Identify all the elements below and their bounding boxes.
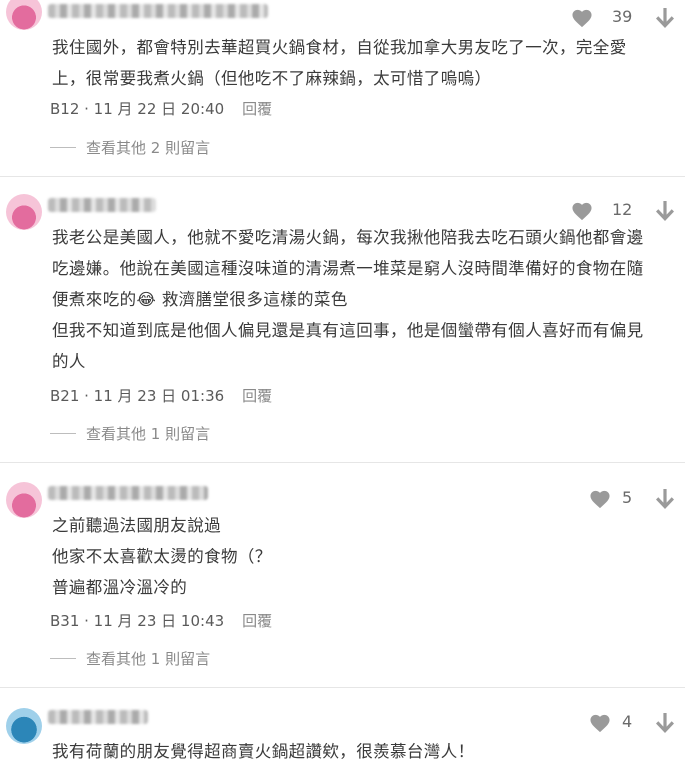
like-count: 39: [612, 7, 633, 26]
avatar[interactable]: [6, 0, 42, 30]
arrow-down-icon: [656, 489, 674, 509]
comment-line: 他家不太喜歡太燙的食物（？: [52, 547, 272, 566]
comment-body: 之前聽過法國朋友說過 他家不太喜歡太燙的食物（？ 普遍都溫冷溫冷的: [52, 510, 675, 603]
arrow-down-icon: [656, 8, 674, 28]
like-button[interactable]: [571, 8, 593, 28]
username-blurred[interactable]: [48, 710, 148, 724]
divider-dash: [50, 658, 76, 659]
reply-button[interactable]: 回覆: [242, 100, 272, 118]
heart-icon: [572, 9, 592, 28]
view-more-label: 查看其他 1 則留言: [86, 425, 211, 443]
view-more-label: 查看其他 1 則留言: [86, 650, 211, 668]
view-more-replies[interactable]: 查看其他 1 則留言: [50, 648, 210, 669]
view-more-replies[interactable]: 查看其他 2 則留言: [50, 137, 210, 158]
dislike-button[interactable]: [655, 488, 675, 510]
username-blurred[interactable]: [48, 198, 156, 212]
view-more-replies[interactable]: 查看其他 1 則留言: [50, 423, 210, 444]
comment-line: 我住國外，都會特別去華超買火鍋食材，自從我加拿大男友吃了一次，完全愛: [52, 38, 627, 57]
comment-line: 的人: [52, 352, 86, 371]
arrow-down-icon: [656, 201, 674, 221]
comment-meta: B31 · 11 月 23 日 10:43 回覆: [50, 610, 272, 631]
like-button[interactable]: [571, 201, 593, 221]
comment-body: 我住國外，都會特別去華超買火鍋食材，自從我加拿大男友吃了一次，完全愛 上，很常要…: [52, 32, 675, 94]
divider-dash: [50, 433, 76, 434]
dislike-button[interactable]: [655, 712, 675, 734]
comment-meta: B21 · 11 月 23 日 01:36 回覆: [50, 385, 272, 406]
like-count: 12: [612, 200, 633, 219]
divider-dash: [50, 147, 76, 148]
heart-icon: [590, 490, 610, 509]
heart-icon: [590, 714, 610, 733]
username-blurred[interactable]: [48, 4, 268, 18]
floor-time: B21 · 11 月 23 日 01:36: [50, 387, 225, 405]
avatar[interactable]: [6, 482, 42, 518]
heart-icon: [572, 202, 592, 221]
view-more-label: 查看其他 2 則留言: [86, 139, 211, 157]
divider: [0, 687, 685, 688]
like-count: 5: [622, 488, 633, 507]
comment-line: 之前聽過法國朋友說過: [52, 516, 221, 535]
dislike-button[interactable]: [655, 7, 675, 29]
comment-body: 我有荷蘭的朋友覺得超商賣火鍋超讚欸，很羨慕台灣人！: [52, 736, 675, 767]
comment-line: 吃邊嫌。他說在美國這種沒味道的清湯煮一堆菜是窮人沒時間準備好的食物在隨: [52, 259, 644, 278]
floor-time: B12 · 11 月 22 日 20:40: [50, 100, 225, 118]
avatar[interactable]: [6, 708, 42, 744]
divider: [0, 176, 685, 177]
reply-button[interactable]: 回覆: [242, 387, 272, 405]
avatar[interactable]: [6, 194, 42, 230]
comment-line: 我有荷蘭的朋友覺得超商賣火鍋超讚欸，很羨慕台灣人！: [52, 742, 475, 761]
comment-body: 我老公是美國人，他就不愛吃清湯火鍋，每次我揪他陪我去吃石頭火鍋他都會邊 吃邊嫌。…: [52, 222, 675, 377]
divider: [0, 462, 685, 463]
comment-line: 上，很常要我煮火鍋（但他吃不了麻辣鍋，太可惜了嗚嗚）: [52, 69, 492, 88]
arrow-down-icon: [656, 713, 674, 733]
comment-line: 便煮來吃的😂 救濟膳堂很多這樣的菜色: [52, 290, 348, 309]
username-blurred[interactable]: [48, 486, 208, 500]
floor-time: B31 · 11 月 23 日 10:43: [50, 612, 225, 630]
comment-line: 普遍都溫冷溫冷的: [52, 578, 188, 597]
like-button[interactable]: [589, 713, 611, 733]
like-count: 4: [622, 712, 633, 731]
dislike-button[interactable]: [655, 200, 675, 222]
comment-line: 我老公是美國人，他就不愛吃清湯火鍋，每次我揪他陪我去吃石頭火鍋他都會邊: [52, 228, 644, 247]
reply-button[interactable]: 回覆: [242, 612, 272, 630]
comment-meta: B12 · 11 月 22 日 20:40 回覆: [50, 98, 272, 119]
comment-line: 但我不知道到底是他個人偏見還是真有這回事，他是個蠻帶有個人喜好而有偏見: [52, 321, 644, 340]
like-button[interactable]: [589, 489, 611, 509]
